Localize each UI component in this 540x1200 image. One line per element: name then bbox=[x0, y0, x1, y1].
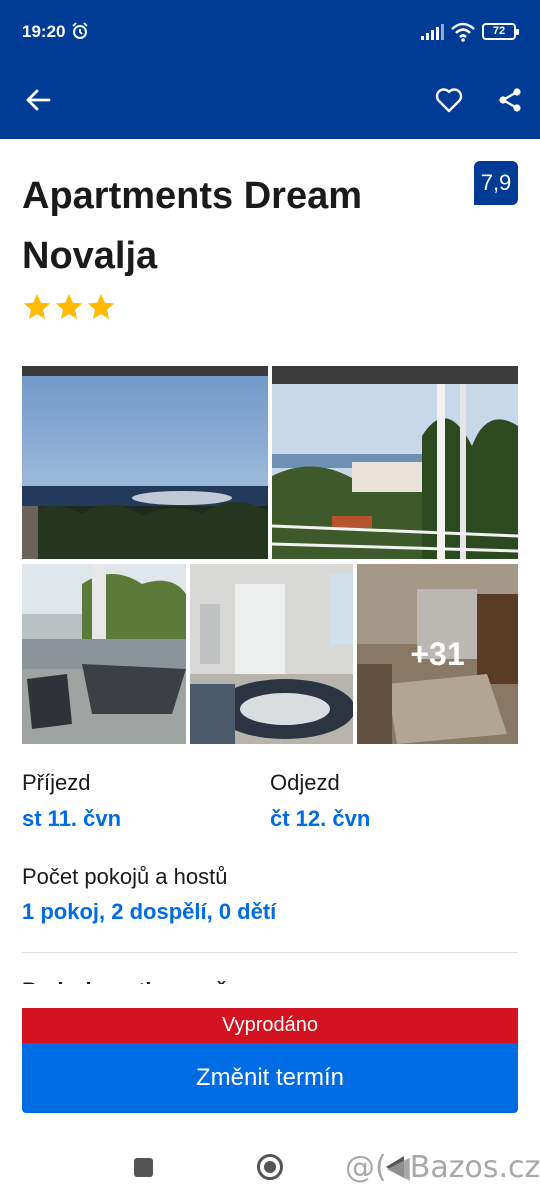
home-button[interactable] bbox=[257, 1154, 283, 1180]
share-icon bbox=[499, 88, 521, 112]
rooms-guests-label: Počet pokojů a hostů bbox=[22, 864, 228, 889]
gallery-photo-sea-view[interactable] bbox=[22, 366, 268, 559]
star-icon bbox=[23, 293, 51, 319]
arrow-left-icon bbox=[26, 89, 51, 111]
watermark-text: @(◀Bazos.cz bbox=[345, 1150, 540, 1185]
checkout-label: Odjezd bbox=[270, 770, 340, 795]
gallery-photo-more[interactable]: +31 bbox=[357, 564, 518, 744]
review-score-badge[interactable]: 7,9 bbox=[474, 161, 518, 205]
change-dates-button[interactable]: Změnit termín bbox=[22, 1043, 518, 1113]
gallery-photo-living-room[interactable] bbox=[190, 564, 353, 744]
signal-icon bbox=[421, 24, 444, 40]
star-rating bbox=[22, 292, 116, 322]
checkout-date[interactable]: čt 12. čvn bbox=[270, 806, 370, 832]
rooms-guests-value[interactable]: 1 pokoj, 2 dospělí, 0 dětí bbox=[22, 899, 276, 925]
more-photos-count: +31 bbox=[357, 564, 518, 744]
checkin-date[interactable]: st 11. čvn bbox=[22, 806, 121, 832]
recent-apps-button[interactable] bbox=[134, 1158, 153, 1177]
status-time: 19:20 bbox=[22, 22, 66, 41]
sold-out-banner: Vyprodáno bbox=[22, 1008, 518, 1043]
checkin-label: Příjezd bbox=[22, 770, 91, 795]
favorite-button[interactable] bbox=[429, 80, 469, 120]
share-button[interactable] bbox=[490, 80, 530, 120]
property-name: Apartments Dream Novalja bbox=[22, 175, 362, 277]
gallery-photo-balcony-view[interactable] bbox=[272, 366, 518, 559]
wifi-icon bbox=[451, 22, 475, 42]
battery-indicator: 72 bbox=[482, 23, 519, 40]
app-bar bbox=[0, 64, 540, 139]
section-divider bbox=[22, 952, 518, 953]
alarm-icon bbox=[72, 22, 88, 39]
star-icon bbox=[55, 293, 83, 319]
status-bar: 19:20 72 bbox=[0, 0, 540, 64]
gallery-photo-terrace[interactable] bbox=[22, 564, 186, 744]
back-button[interactable] bbox=[18, 80, 58, 120]
star-icon bbox=[87, 293, 115, 319]
heart-icon bbox=[435, 88, 463, 113]
